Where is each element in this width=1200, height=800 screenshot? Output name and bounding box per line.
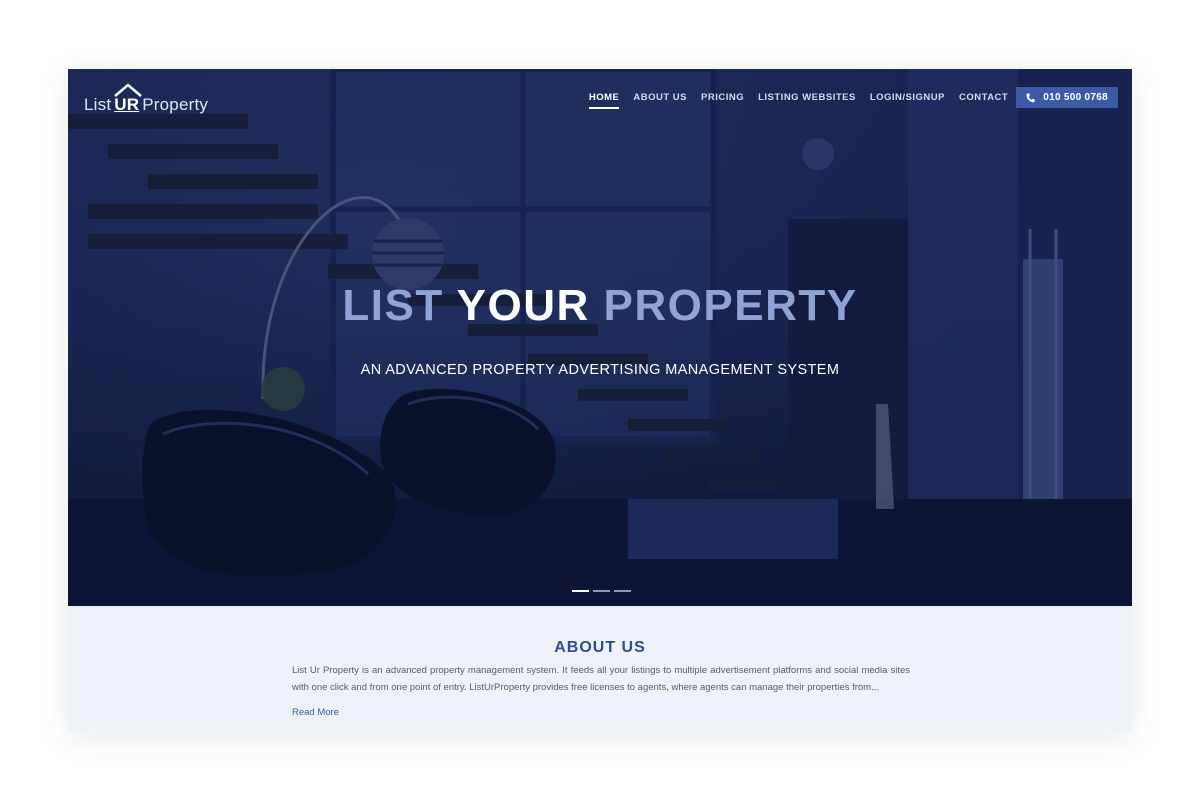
slider-dot-2[interactable]	[593, 590, 610, 592]
page-frame: List UR Property HOME ABOUT US PRICING L…	[68, 69, 1132, 731]
nav-item-contact[interactable]: CONTACT	[959, 92, 1008, 109]
phone-icon	[1026, 93, 1035, 103]
logo-text-prefix: List	[84, 95, 112, 114]
about-text: List Ur Property is an advanced property…	[292, 665, 910, 693]
nav-item-login-signup[interactable]: LOGIN/SIGNUP	[870, 92, 945, 109]
logo-ur-text: UR	[114, 95, 140, 114]
hero-title: LIST YOUR PROPERTY	[68, 281, 1132, 331]
slider-pagination	[572, 590, 635, 592]
nav-item-pricing[interactable]: PRICING	[701, 92, 744, 109]
hero-title-part1: LIST	[342, 281, 444, 330]
hero-banner: List UR Property HOME ABOUT US PRICING L…	[68, 69, 1132, 606]
about-heading: ABOUT US	[554, 639, 646, 656]
phone-button[interactable]: 010 500 0768	[1016, 87, 1118, 108]
hero-subtitle: AN ADVANCED PROPERTY ADVERTISING MANAGEM…	[360, 362, 840, 378]
hero-title-part3: PROPERTY	[603, 281, 858, 330]
phone-number: 010 500 0768	[1043, 92, 1108, 103]
main-navigation: HOME ABOUT US PRICING LISTING WEBSITES L…	[588, 87, 1118, 109]
nav-item-home[interactable]: HOME	[588, 92, 620, 109]
slider-dot-1[interactable]	[572, 590, 589, 592]
hero-overlay	[68, 69, 1132, 606]
nav-item-about-us[interactable]: ABOUT US	[633, 92, 687, 109]
site-logo[interactable]: List UR Property	[84, 83, 209, 115]
nav-item-listing-websites[interactable]: LISTING WEBSITES	[758, 92, 856, 109]
hero-title-part2: YOUR	[456, 281, 590, 330]
logo-text-suffix: Property	[142, 95, 209, 114]
read-more-link[interactable]: Read More	[292, 707, 339, 718]
house-roof-icon	[114, 83, 143, 97]
about-section: ABOUT US List Ur Property is an advanced…	[68, 606, 1132, 731]
logo-text-highlight: UR	[114, 83, 143, 115]
slider-dot-3[interactable]	[614, 590, 631, 592]
